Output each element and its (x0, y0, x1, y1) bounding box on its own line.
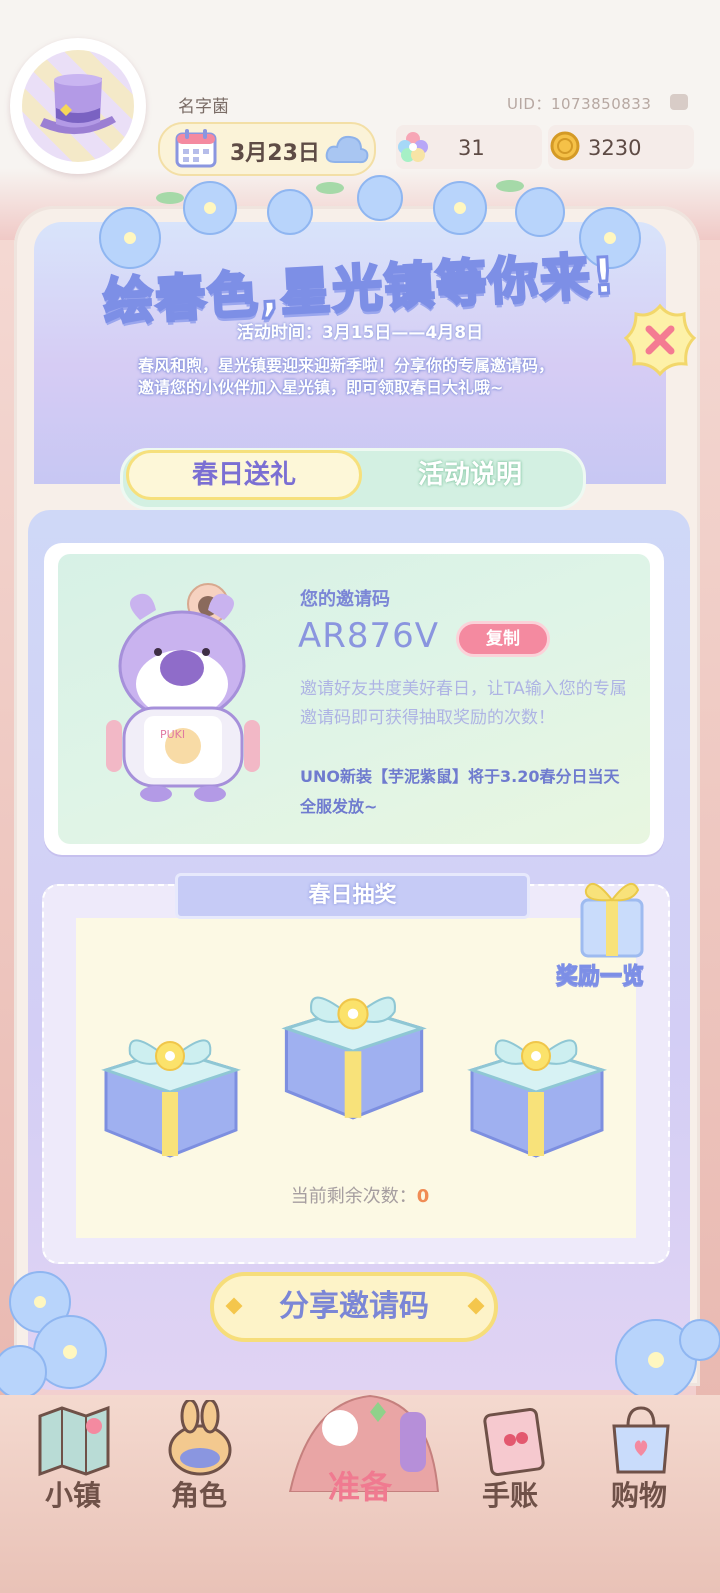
tab-event-rules[interactable]: 活动说明 (370, 450, 570, 500)
invite-description: 邀请好友共度美好春日，让TA输入您的专属邀请码即可获得抽取奖励的次数！ (300, 679, 627, 728)
copy-invite-code-button[interactable]: 复制 (456, 621, 550, 657)
reward-gift-box-icon[interactable] (572, 874, 652, 960)
blue-flower-icon (0, 1271, 107, 1399)
lottery-title: 春日抽奖 (175, 873, 530, 919)
gift-box-icon[interactable] (96, 1010, 244, 1160)
invite-code-label: 您的邀请码 (300, 589, 390, 610)
uid-text: UID：1073850833 (507, 95, 652, 113)
remaining-label: 当前剩余次数： (290, 1186, 417, 1207)
nav-journal-label[interactable]: 手账 (455, 1474, 565, 1514)
character-bunny-icon[interactable] (160, 1400, 240, 1478)
coin-count: 3230 (588, 136, 642, 160)
gift-box-icon[interactable] (462, 1010, 610, 1160)
gem-count: 31 (458, 136, 485, 160)
nav-shop-label[interactable]: 购物 (584, 1474, 694, 1514)
shopping-bag-icon[interactable] (606, 1404, 676, 1476)
remaining-draws: 当前剩余次数：0 (0, 1182, 720, 1208)
calendar-icon (175, 129, 217, 168)
date-text: 3月23日 (230, 141, 320, 166)
copy-uid-icon[interactable] (670, 94, 688, 110)
avatar[interactable] (22, 50, 134, 162)
map-icon[interactable] (34, 1404, 114, 1478)
coin-icon (550, 131, 580, 161)
nav-town-label[interactable]: 小镇 (18, 1474, 128, 1514)
reward-list-label[interactable]: 奖励一览 (555, 958, 644, 990)
blue-flower-icon (615, 1319, 720, 1401)
nav-prepare-label[interactable]: 准备 (305, 1462, 415, 1508)
event-time: 活动时间：3月15日——4月8日 (236, 323, 484, 343)
nav-character-label[interactable]: 角色 (144, 1474, 254, 1514)
rainbow-gem-icon (398, 132, 428, 162)
mascot-bib-text: PUKI (160, 728, 185, 741)
close-icon[interactable] (622, 302, 698, 378)
nickname: 名字菌 (178, 97, 229, 117)
promo-announcement: UNO新装【芋泥紫鼠】将于3.20春分日当天全服发放~ (300, 767, 620, 816)
event-description: 春风和煦，星光镇要迎来迎新季啦！分享你的专属邀请码，邀请您的小伙伴加入星光镇，即… (138, 356, 555, 397)
remaining-count: 0 (416, 1186, 430, 1207)
invite-code: AR876V (298, 616, 440, 656)
hamster-mascot-illustration: PUKI (106, 583, 260, 802)
journal-icon[interactable] (480, 1406, 550, 1476)
cloud-weather-icon (325, 135, 369, 164)
tab-spring-gift[interactable]: 春日送礼 (126, 450, 362, 500)
gift-box-icon[interactable] (273, 966, 433, 1122)
top-hat-icon (40, 74, 116, 135)
share-invite-code-button[interactable]: 分享邀请码 (210, 1272, 498, 1342)
